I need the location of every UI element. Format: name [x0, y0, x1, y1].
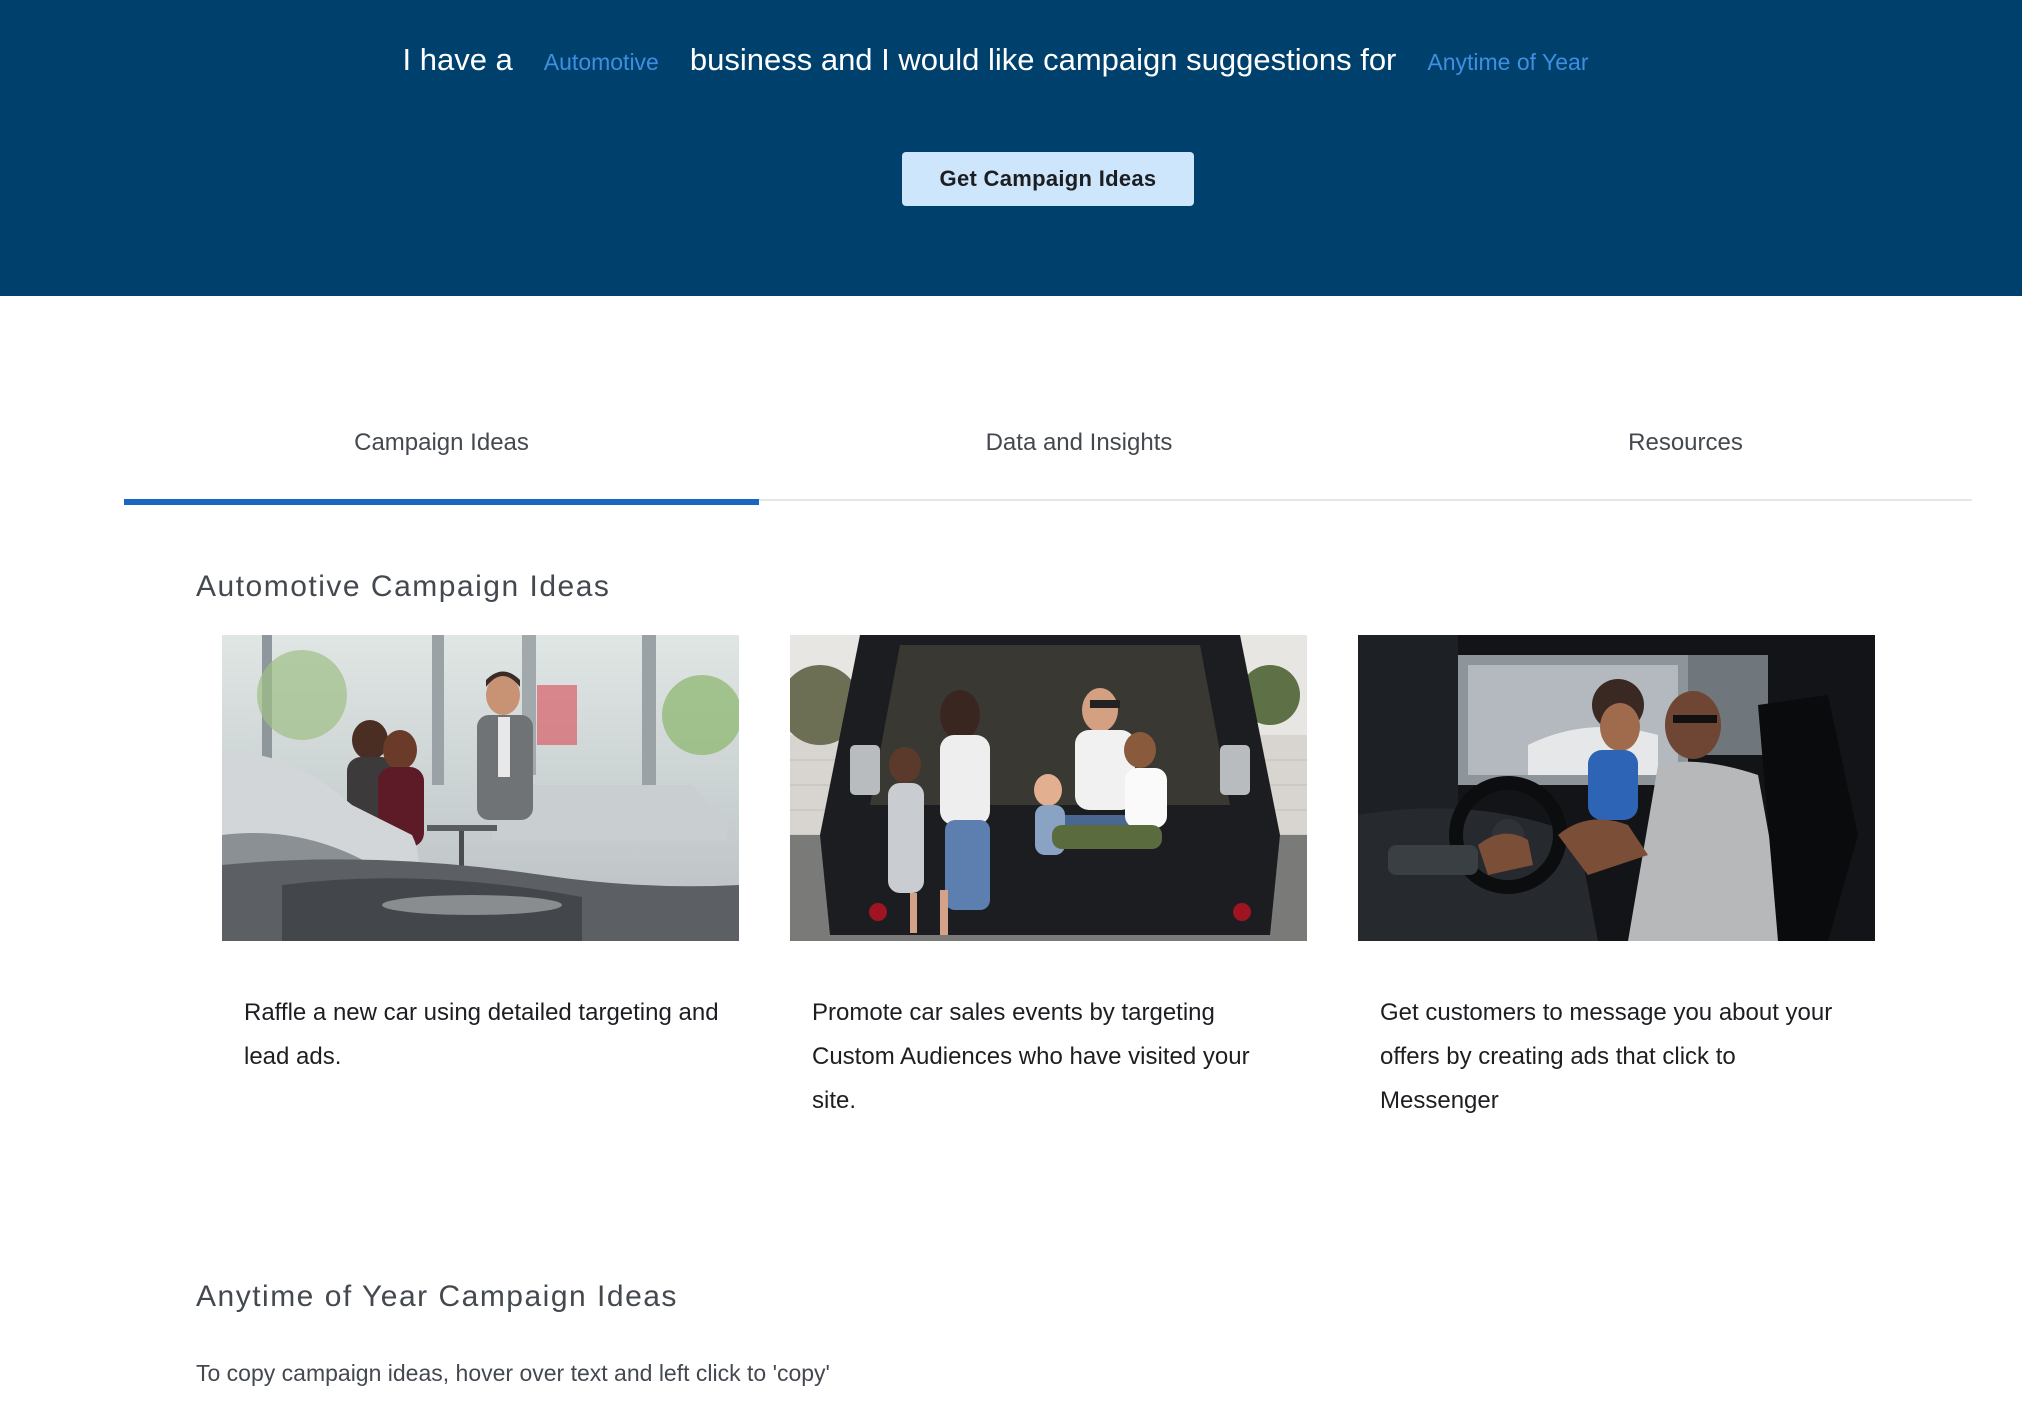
time-of-year-select[interactable]: Anytime of Year [1427, 49, 1588, 76]
tab-bar: Campaign Ideas Data and Insights Resourc… [124, 404, 1972, 505]
sentence-prefix: I have a [402, 42, 513, 77]
sentence-middle: business and I would like campaign sugge… [689, 42, 1397, 77]
get-campaign-ideas-button[interactable]: Get Campaign Ideas [902, 152, 1194, 206]
tab-resources[interactable]: Resources [1399, 407, 1972, 479]
tab-data-and-insights[interactable]: Data and Insights [759, 407, 1399, 479]
car-dealership-photo [222, 635, 739, 941]
family-in-car-trunk-photo [790, 635, 1307, 941]
hero-banner: I have a Automotive business and I would… [0, 0, 2022, 296]
copy-hint-text: To copy campaign ideas, hover over text … [196, 1360, 830, 1386]
campaign-card: Raffle a new car using detailed targetin… [222, 635, 739, 1079]
tab-campaign-ideas[interactable]: Campaign Ideas [124, 407, 759, 505]
campaign-idea-text[interactable]: Raffle a new car using detailed targetin… [244, 991, 724, 1079]
campaign-card: Get customers to message you about your … [1358, 635, 1875, 1123]
campaign-sentence: I have a Automotive business and I would… [0, 42, 2022, 78]
anytime-section-title: Anytime of Year Campaign Ideas [196, 1280, 678, 1313]
campaign-idea-text[interactable]: Promote car sales events by targeting Cu… [812, 991, 1292, 1123]
couple-in-car-photo [1358, 635, 1875, 941]
business-type-select[interactable]: Automotive [544, 49, 659, 76]
automotive-section-title: Automotive Campaign Ideas [196, 570, 611, 603]
couple-illustration [1358, 635, 1875, 941]
car-dealership-illustration [222, 635, 739, 941]
campaign-idea-text[interactable]: Get customers to message you about your … [1380, 991, 1860, 1123]
campaign-card: Promote car sales events by targeting Cu… [790, 635, 1307, 1123]
family-illustration [790, 635, 1307, 941]
